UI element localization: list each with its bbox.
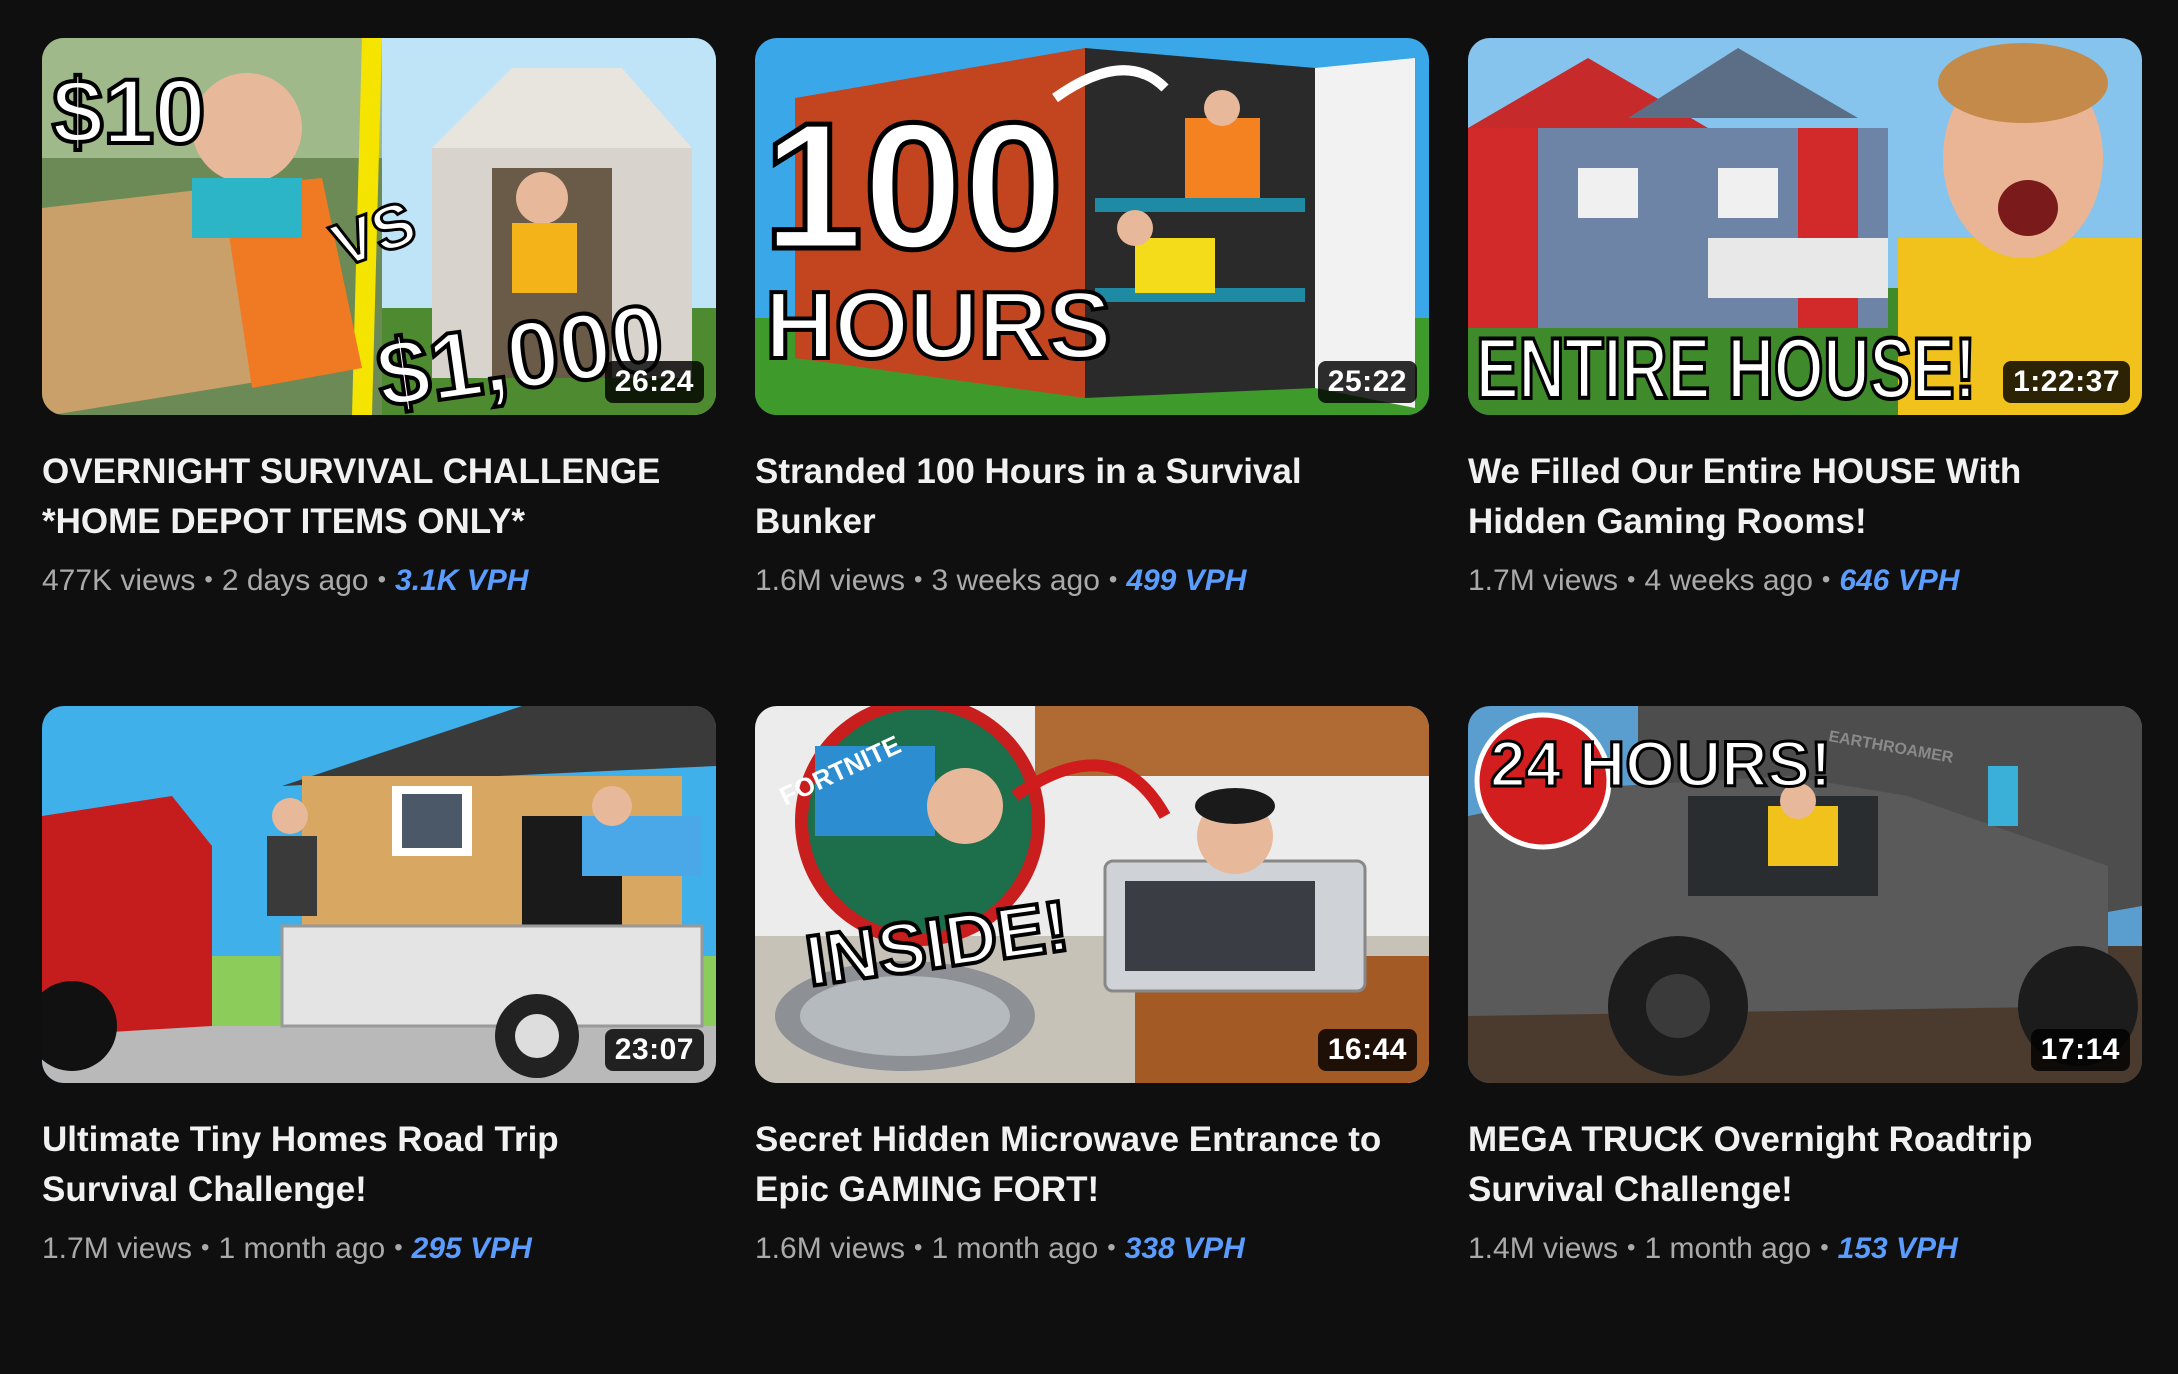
svg-text:ENTIRE HOUSE!: ENTIRE HOUSE! bbox=[1476, 321, 1976, 415]
video-card[interactable]: INSIDE! FORTNITE 16:44 Secret Hidden Mic… bbox=[755, 706, 1429, 1374]
thumbnail-image: 100 HOURS bbox=[755, 38, 1429, 415]
upload-age: 4 weeks ago bbox=[1644, 564, 1813, 597]
upload-age: 1 month ago bbox=[218, 1232, 386, 1265]
duration-badge: 26:24 bbox=[604, 361, 704, 403]
vph-badge: 3.1K VPH bbox=[395, 564, 529, 597]
thumb-text-10: $10 bbox=[52, 61, 206, 163]
duration-badge: 16:44 bbox=[1317, 1029, 1417, 1071]
thumbnail-image: ENTIRE HOUSE! bbox=[1468, 38, 2142, 415]
video-thumbnail[interactable]: 24 HOURS! EARTHROAMER 17:14 bbox=[1468, 706, 2142, 1083]
svg-text:HOURS: HOURS bbox=[765, 272, 1112, 379]
video-meta: 1.7M views • 1 month ago • 295 VPH bbox=[42, 1232, 532, 1265]
video-thumbnail[interactable]: 23:07 bbox=[42, 706, 716, 1083]
video-meta: 1.7M views • 4 weeks ago • 646 VPH bbox=[1468, 564, 1960, 597]
view-count: 1.7M views bbox=[42, 1232, 193, 1265]
duration-badge: 17:14 bbox=[2030, 1029, 2130, 1071]
view-count: 1.7M views bbox=[1468, 564, 1619, 597]
thumbnail-image: INSIDE! FORTNITE bbox=[755, 706, 1429, 1083]
upload-age: 2 days ago bbox=[221, 564, 369, 597]
vph-badge: 295 VPH bbox=[411, 1232, 532, 1265]
video-title[interactable]: We Filled Our Entire HOUSE With Hidden G… bbox=[1468, 447, 2108, 547]
vph-badge: 338 VPH bbox=[1124, 1232, 1245, 1265]
video-meta: 477K views • 2 days ago • 3.1K VPH bbox=[42, 564, 529, 597]
svg-text:100: 100 bbox=[763, 86, 1063, 287]
svg-text:24 HOURS!: 24 HOURS! bbox=[1490, 728, 1831, 800]
thumbnail-image: $10 VS $1,000 bbox=[42, 38, 716, 415]
video-meta: 1.4M views • 1 month ago • 153 VPH bbox=[1468, 1232, 1958, 1265]
video-grid: $10 VS $1,000 26:24 OVERNIGHT SURVIVAL C… bbox=[42, 38, 2142, 1374]
duration-badge: 25:22 bbox=[1317, 361, 1417, 403]
upload-age: 1 month ago bbox=[1644, 1232, 1812, 1265]
video-title[interactable]: Stranded 100 Hours in a Survival Bunker bbox=[755, 447, 1395, 547]
video-card[interactable]: ENTIRE HOUSE! 1:22:37 We Filled Our Enti… bbox=[1468, 38, 2142, 706]
thumbnail-image: 24 HOURS! EARTHROAMER bbox=[1468, 706, 2142, 1083]
video-card[interactable]: 24 HOURS! EARTHROAMER 17:14 MEGA TRUCK O… bbox=[1468, 706, 2142, 1374]
view-count: 1.4M views bbox=[1468, 1232, 1619, 1265]
video-title[interactable]: OVERNIGHT SURVIVAL CHALLENGE *HOME DEPOT… bbox=[42, 447, 682, 547]
video-card[interactable]: 100 HOURS 25:22 Stranded 100 Hours in a … bbox=[755, 38, 1429, 706]
thumbnail-image bbox=[42, 706, 716, 1083]
video-thumbnail[interactable]: $10 VS $1,000 26:24 bbox=[42, 38, 716, 415]
video-title[interactable]: Secret Hidden Microwave Entrance to Epic… bbox=[755, 1115, 1395, 1215]
video-thumbnail[interactable]: ENTIRE HOUSE! 1:22:37 bbox=[1468, 38, 2142, 415]
duration-badge: 1:22:37 bbox=[2003, 361, 2130, 403]
upload-age: 3 weeks ago bbox=[931, 564, 1100, 597]
view-count: 1.6M views bbox=[755, 564, 906, 597]
video-meta: 1.6M views • 1 month ago • 338 VPH bbox=[755, 1232, 1245, 1265]
vph-badge: 646 VPH bbox=[1839, 564, 1960, 597]
vph-badge: 499 VPH bbox=[1126, 564, 1247, 597]
vph-badge: 153 VPH bbox=[1837, 1232, 1958, 1265]
duration-badge: 23:07 bbox=[604, 1029, 704, 1071]
video-thumbnail[interactable]: INSIDE! FORTNITE 16:44 bbox=[755, 706, 1429, 1083]
video-thumbnail[interactable]: 100 HOURS 25:22 bbox=[755, 38, 1429, 415]
video-title[interactable]: Ultimate Tiny Homes Road Trip Survival C… bbox=[42, 1115, 682, 1215]
video-card[interactable]: $10 VS $1,000 26:24 OVERNIGHT SURVIVAL C… bbox=[42, 38, 716, 706]
upload-age: 1 month ago bbox=[931, 1232, 1099, 1265]
video-title[interactable]: MEGA TRUCK Overnight Roadtrip Survival C… bbox=[1468, 1115, 2108, 1215]
view-count: 1.6M views bbox=[755, 1232, 906, 1265]
view-count: 477K views bbox=[42, 564, 196, 597]
video-meta: 1.6M views • 3 weeks ago • 499 VPH bbox=[755, 564, 1247, 597]
video-card[interactable]: 23:07 Ultimate Tiny Homes Road Trip Surv… bbox=[42, 706, 716, 1374]
